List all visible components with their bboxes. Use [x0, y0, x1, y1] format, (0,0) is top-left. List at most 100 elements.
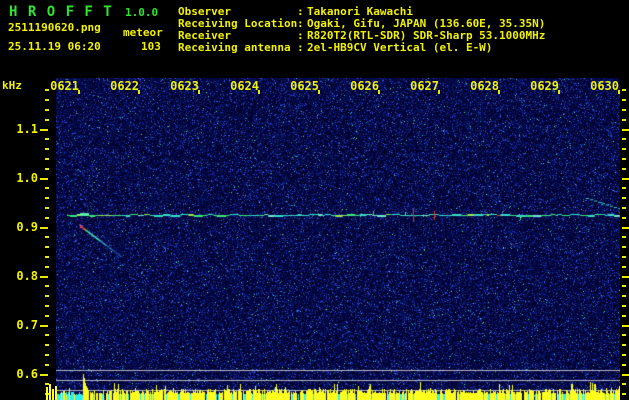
minor-freq-tick — [45, 148, 49, 150]
time-tick-label: 0626 — [350, 79, 379, 93]
minor-freq-tick — [622, 285, 626, 287]
freq-tick-label: 0.6 — [16, 367, 38, 381]
minor-freq-tick — [45, 158, 49, 160]
freq-tick-label: 0.8 — [16, 269, 38, 283]
freq-tick-label: 0.7 — [16, 318, 38, 332]
time-tick-mark — [78, 90, 80, 94]
major-freq-tick — [40, 129, 48, 131]
level-meter-bar — [46, 387, 48, 400]
minor-freq-tick — [622, 393, 626, 395]
minor-freq-tick — [622, 236, 626, 238]
station-info: Observer: Takanori Kawachi Receiving Loca… — [178, 6, 545, 54]
minor-freq-tick — [45, 168, 49, 170]
minor-freq-tick — [622, 315, 626, 317]
minor-freq-tick — [45, 295, 49, 297]
time-tick-label: 0625 — [290, 79, 319, 93]
time-tick-label: 0623 — [170, 79, 199, 93]
minor-freq-tick — [622, 295, 626, 297]
minor-freq-tick — [622, 168, 626, 170]
level-meter-bar — [52, 389, 54, 400]
minor-freq-tick — [622, 197, 626, 199]
major-freq-tick — [622, 227, 629, 229]
minor-freq-tick — [45, 285, 49, 287]
time-tick-label: 0628 — [470, 79, 499, 93]
time-tick-mark — [378, 90, 380, 94]
minor-freq-tick — [622, 354, 626, 356]
info-value: 2el-HB9CV Vertical (el. E-W) — [307, 41, 493, 54]
minor-freq-tick — [622, 109, 626, 111]
level-meter-bar — [49, 384, 51, 400]
minor-freq-tick — [622, 364, 626, 366]
info-row-antenna: Receiving antenna:2el-HB9CV Vertical (el… — [178, 42, 545, 54]
minor-freq-tick — [622, 383, 626, 385]
datetime-label: 25.11.19 06:20 — [8, 40, 101, 53]
mode-label: meteor — [123, 26, 163, 39]
minor-freq-tick — [45, 344, 49, 346]
time-tick-mark — [558, 90, 560, 94]
minor-freq-tick — [45, 217, 49, 219]
time-tick-mark — [258, 90, 260, 94]
minor-freq-tick — [622, 305, 626, 307]
minor-freq-tick — [622, 246, 626, 248]
minor-freq-tick — [45, 109, 49, 111]
minor-freq-tick — [622, 119, 626, 121]
time-tick-mark — [438, 90, 440, 94]
time-tick-label: 0621 — [50, 79, 79, 93]
minor-freq-tick — [622, 158, 626, 160]
major-freq-tick — [622, 325, 629, 327]
minor-freq-tick — [622, 148, 626, 150]
minor-freq-tick — [45, 207, 49, 209]
minor-freq-tick — [45, 305, 49, 307]
major-freq-tick — [622, 129, 629, 131]
minor-freq-tick — [45, 364, 49, 366]
time-tick-mark — [318, 90, 320, 94]
minor-freq-tick — [622, 89, 626, 91]
freq-tick-label: 1.0 — [16, 171, 38, 185]
minor-freq-tick — [622, 266, 626, 268]
minor-freq-tick — [622, 207, 626, 209]
minor-freq-tick — [45, 138, 49, 140]
major-freq-tick — [40, 374, 48, 376]
freq-tick-label: 0.9 — [16, 220, 38, 234]
minor-freq-tick — [622, 256, 626, 258]
time-tick-label: 0630 — [590, 79, 619, 93]
minor-freq-tick — [45, 246, 49, 248]
freq-unit-label: kHz — [2, 79, 22, 92]
time-tick-label: 0624 — [230, 79, 259, 93]
minor-freq-tick — [45, 334, 49, 336]
major-freq-tick — [40, 178, 48, 180]
minor-freq-tick — [45, 197, 49, 199]
app-version: 1.0.0 — [125, 6, 159, 19]
minor-freq-tick — [45, 354, 49, 356]
minor-freq-tick — [45, 99, 49, 101]
minor-freq-tick — [622, 187, 626, 189]
minor-freq-tick — [622, 138, 626, 140]
echo-count-label: 103 — [141, 40, 161, 53]
major-freq-tick — [622, 374, 629, 376]
minor-freq-tick — [622, 217, 626, 219]
time-tick-mark — [498, 90, 500, 94]
time-tick-label: 0622 — [110, 79, 139, 93]
minor-freq-tick — [45, 236, 49, 238]
spectrogram-canvas — [56, 78, 620, 400]
time-tick-mark — [198, 90, 200, 94]
hrofft-window: H R O F F T 1.0.0 2511190620.png meteor … — [0, 0, 629, 400]
minor-freq-tick — [45, 266, 49, 268]
app-title: H R O F F T — [9, 4, 113, 20]
major-freq-tick — [40, 227, 48, 229]
major-freq-tick — [40, 276, 48, 278]
filename-label: 2511190620.png — [8, 21, 101, 34]
minor-freq-tick — [45, 89, 49, 91]
major-freq-tick — [622, 178, 629, 180]
minor-freq-tick — [622, 99, 626, 101]
time-tick-mark — [138, 90, 140, 94]
info-label: Receiving antenna — [178, 41, 291, 54]
minor-freq-tick — [45, 315, 49, 317]
info-colon: : — [297, 41, 304, 54]
time-tick-label: 0629 — [530, 79, 559, 93]
time-tick-label: 0627 — [410, 79, 439, 93]
minor-freq-tick — [45, 187, 49, 189]
level-meter-bar — [55, 386, 57, 400]
major-freq-tick — [622, 276, 629, 278]
major-freq-tick — [40, 325, 48, 327]
